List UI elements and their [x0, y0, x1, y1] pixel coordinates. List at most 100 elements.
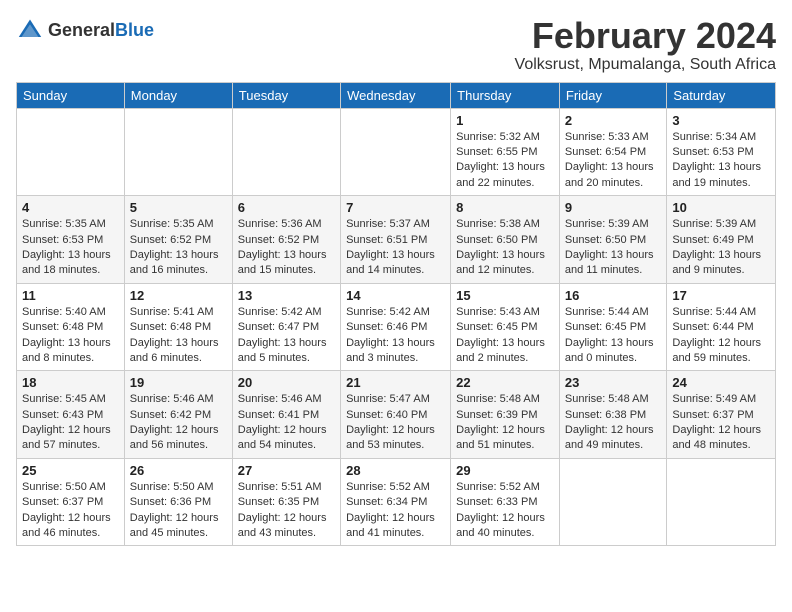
calendar-cell: 22 Sunrise: 5:48 AM Sunset: 6:39 PM Dayli…: [451, 371, 560, 459]
day-number: 16: [565, 288, 662, 303]
day-number: 4: [22, 200, 119, 215]
day-info: Sunrise: 5:47 AM Sunset: 6:40 PM Dayligh…: [346, 392, 445, 454]
day-info: Sunrise: 5:44 AM Sunset: 6:44 PM Dayligh…: [672, 305, 770, 367]
day-info: Sunrise: 5:32 AM Sunset: 6:55 PM Dayligh…: [456, 130, 554, 192]
day-info: Sunrise: 5:36 AM Sunset: 6:52 PM Dayligh…: [238, 217, 335, 279]
day-info: Sunrise: 5:38 AM Sunset: 6:50 PM Dayligh…: [456, 217, 554, 279]
day-number: 27: [238, 463, 335, 478]
day-info: Sunrise: 5:39 AM Sunset: 6:49 PM Dayligh…: [672, 217, 770, 279]
calendar-cell: 24 Sunrise: 5:49 AM Sunset: 6:37 PM Dayli…: [667, 371, 776, 459]
calendar-cell: 9 Sunrise: 5:39 AM Sunset: 6:50 PM Daylig…: [559, 196, 667, 284]
weekday-header-friday: Friday: [559, 82, 667, 108]
day-info: Sunrise: 5:52 AM Sunset: 6:34 PM Dayligh…: [346, 480, 445, 542]
calendar-cell: 29Sunrise: 5:52 AM Sunset: 6:33 PM Dayli…: [451, 458, 560, 546]
day-info: Sunrise: 5:35 AM Sunset: 6:52 PM Dayligh…: [130, 217, 227, 279]
day-number: 13: [238, 288, 335, 303]
calendar-cell: 15 Sunrise: 5:43 AM Sunset: 6:45 PM Dayli…: [451, 283, 560, 371]
weekday-header-monday: Monday: [124, 82, 232, 108]
day-info: Sunrise: 5:42 AM Sunset: 6:46 PM Dayligh…: [346, 305, 445, 367]
calendar-cell: [17, 108, 125, 196]
day-info: Sunrise: 5:51 AM Sunset: 6:35 PM Dayligh…: [238, 480, 335, 542]
calendar-week-row: 25 Sunrise: 5:50 AM Sunset: 6:37 PM Dayli…: [17, 458, 776, 546]
calendar-table: SundayMondayTuesdayWednesdayThursdayFrid…: [16, 82, 776, 547]
day-info: Sunrise: 5:48 AM Sunset: 6:38 PM Dayligh…: [565, 392, 662, 454]
location-subtitle: Volksrust, Mpumalanga, South Africa: [515, 56, 776, 74]
day-number: 1: [456, 113, 554, 128]
day-info: Sunrise: 5:48 AM Sunset: 6:39 PM Dayligh…: [456, 392, 554, 454]
day-number: 10: [672, 200, 770, 215]
day-number: 3: [672, 113, 770, 128]
day-info: Sunrise: 5:42 AM Sunset: 6:47 PM Dayligh…: [238, 305, 335, 367]
calendar-cell: 3Sunrise: 5:34 AM Sunset: 6:53 PM Daylig…: [667, 108, 776, 196]
month-title: February 2024: [515, 16, 776, 56]
calendar-cell: 8 Sunrise: 5:38 AM Sunset: 6:50 PM Daylig…: [451, 196, 560, 284]
calendar-week-row: 4 Sunrise: 5:35 AM Sunset: 6:53 PM Daylig…: [17, 196, 776, 284]
calendar-cell: 23 Sunrise: 5:48 AM Sunset: 6:38 PM Dayli…: [559, 371, 667, 459]
day-info: Sunrise: 5:52 AM Sunset: 6:33 PM Dayligh…: [456, 480, 554, 542]
day-number: 9: [565, 200, 662, 215]
day-number: 15: [456, 288, 554, 303]
day-info: Sunrise: 5:46 AM Sunset: 6:42 PM Dayligh…: [130, 392, 227, 454]
day-number: 5: [130, 200, 227, 215]
logo-icon: [16, 16, 44, 44]
day-info: Sunrise: 5:43 AM Sunset: 6:45 PM Dayligh…: [456, 305, 554, 367]
day-info: Sunrise: 5:44 AM Sunset: 6:45 PM Dayligh…: [565, 305, 662, 367]
calendar-cell: 10 Sunrise: 5:39 AM Sunset: 6:49 PM Dayli…: [667, 196, 776, 284]
calendar-week-row: 1 Sunrise: 5:32 AM Sunset: 6:55 PM Daylig…: [17, 108, 776, 196]
day-number: 7: [346, 200, 445, 215]
calendar-cell: 7Sunrise: 5:37 AM Sunset: 6:51 PM Daylig…: [341, 196, 451, 284]
day-info: Sunrise: 5:33 AM Sunset: 6:54 PM Dayligh…: [565, 130, 662, 192]
day-number: 19: [130, 375, 227, 390]
calendar-cell: [124, 108, 232, 196]
day-number: 2: [565, 113, 662, 128]
header: GeneralBlue February 2024 Volksrust, Mpu…: [16, 16, 776, 74]
day-info: Sunrise: 5:49 AM Sunset: 6:37 PM Dayligh…: [672, 392, 770, 454]
day-number: 6: [238, 200, 335, 215]
weekday-header-sunday: Sunday: [17, 82, 125, 108]
weekday-header-wednesday: Wednesday: [341, 82, 451, 108]
day-info: Sunrise: 5:50 AM Sunset: 6:36 PM Dayligh…: [130, 480, 227, 542]
calendar-cell: 11Sunrise: 5:40 AM Sunset: 6:48 PM Dayli…: [17, 283, 125, 371]
calendar-cell: 1 Sunrise: 5:32 AM Sunset: 6:55 PM Daylig…: [451, 108, 560, 196]
day-info: Sunrise: 5:46 AM Sunset: 6:41 PM Dayligh…: [238, 392, 335, 454]
calendar-cell: [667, 458, 776, 546]
day-info: Sunrise: 5:35 AM Sunset: 6:53 PM Dayligh…: [22, 217, 119, 279]
calendar-cell: 25 Sunrise: 5:50 AM Sunset: 6:37 PM Dayli…: [17, 458, 125, 546]
calendar-cell: 13 Sunrise: 5:42 AM Sunset: 6:47 PM Dayli…: [232, 283, 340, 371]
calendar-cell: 14Sunrise: 5:42 AM Sunset: 6:46 PM Dayli…: [341, 283, 451, 371]
logo: GeneralBlue: [16, 16, 154, 44]
day-number: 17: [672, 288, 770, 303]
calendar-week-row: 18Sunrise: 5:45 AM Sunset: 6:43 PM Dayli…: [17, 371, 776, 459]
weekday-header-tuesday: Tuesday: [232, 82, 340, 108]
day-number: 23: [565, 375, 662, 390]
day-info: Sunrise: 5:39 AM Sunset: 6:50 PM Dayligh…: [565, 217, 662, 279]
calendar-cell: 20 Sunrise: 5:46 AM Sunset: 6:41 PM Dayli…: [232, 371, 340, 459]
calendar-cell: 21 Sunrise: 5:47 AM Sunset: 6:40 PM Dayli…: [341, 371, 451, 459]
calendar-week-row: 11Sunrise: 5:40 AM Sunset: 6:48 PM Dayli…: [17, 283, 776, 371]
calendar-cell: 6 Sunrise: 5:36 AM Sunset: 6:52 PM Daylig…: [232, 196, 340, 284]
logo-text-general: General: [48, 20, 115, 40]
calendar-cell: 12Sunrise: 5:41 AM Sunset: 6:48 PM Dayli…: [124, 283, 232, 371]
calendar-cell: 19 Sunrise: 5:46 AM Sunset: 6:42 PM Dayli…: [124, 371, 232, 459]
calendar-cell: 16 Sunrise: 5:44 AM Sunset: 6:45 PM Dayli…: [559, 283, 667, 371]
day-number: 25: [22, 463, 119, 478]
calendar-cell: 5 Sunrise: 5:35 AM Sunset: 6:52 PM Daylig…: [124, 196, 232, 284]
weekday-header-thursday: Thursday: [451, 82, 560, 108]
day-info: Sunrise: 5:50 AM Sunset: 6:37 PM Dayligh…: [22, 480, 119, 542]
day-number: 24: [672, 375, 770, 390]
day-number: 18: [22, 375, 119, 390]
day-number: 22: [456, 375, 554, 390]
weekday-header-row: SundayMondayTuesdayWednesdayThursdayFrid…: [17, 82, 776, 108]
day-number: 26: [130, 463, 227, 478]
day-info: Sunrise: 5:40 AM Sunset: 6:48 PM Dayligh…: [22, 305, 119, 367]
day-number: 12: [130, 288, 227, 303]
calendar-cell: 17 Sunrise: 5:44 AM Sunset: 6:44 PM Dayli…: [667, 283, 776, 371]
day-number: 20: [238, 375, 335, 390]
calendar-cell: [559, 458, 667, 546]
day-number: 21: [346, 375, 445, 390]
calendar-cell: 28Sunrise: 5:52 AM Sunset: 6:34 PM Dayli…: [341, 458, 451, 546]
weekday-header-saturday: Saturday: [667, 82, 776, 108]
calendar-cell: [232, 108, 340, 196]
day-number: 8: [456, 200, 554, 215]
calendar-cell: 2 Sunrise: 5:33 AM Sunset: 6:54 PM Daylig…: [559, 108, 667, 196]
